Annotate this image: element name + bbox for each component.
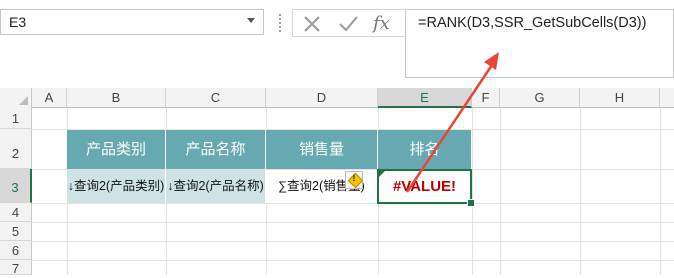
row-header-7[interactable]: 7 <box>0 260 32 276</box>
insert-function-button[interactable]: fx <box>371 13 393 34</box>
formula-text: =RANK(D3,SSR_GetSubCells(D3)) <box>418 15 647 31</box>
column-header-f[interactable]: F <box>472 88 500 108</box>
name-box[interactable]: E3 <box>0 9 264 35</box>
cell-e3-selected[interactable]: #VALUE! <box>377 169 472 204</box>
cancel-x-icon[interactable] <box>301 14 323 34</box>
name-box-dropdown-icon[interactable] <box>247 18 255 23</box>
row-header-2[interactable]: 2 <box>0 129 32 169</box>
column-header-g[interactable]: G <box>500 88 580 108</box>
header-cell-product-name[interactable]: 产品名称 <box>166 130 266 169</box>
column-header-a[interactable]: A <box>32 88 67 108</box>
fx-icon: fx <box>373 13 390 34</box>
column-header-h[interactable]: H <box>580 88 660 108</box>
name-box-value: E3 <box>9 14 27 30</box>
formula-input[interactable]: =RANK(D3,SSR_GetSubCells(D3)) <box>405 9 674 78</box>
cell-c3[interactable]: ↓查询2(产品名称) <box>166 170 266 203</box>
column-header-b[interactable]: B <box>67 88 166 108</box>
error-warning-icon[interactable]: ! <box>345 171 364 189</box>
fill-handle[interactable] <box>467 199 475 207</box>
row-header-5[interactable]: 5 <box>0 222 32 241</box>
row-header-3[interactable]: 3 <box>0 169 32 203</box>
enter-check-icon[interactable] <box>337 14 359 34</box>
spreadsheet-grid: A B C D E F G H 1 2 3 4 5 6 7 产品类别 产品名称 … <box>0 88 674 276</box>
select-all-corner[interactable] <box>0 88 32 108</box>
row-header-1[interactable]: 1 <box>0 108 32 129</box>
column-header-d[interactable]: D <box>266 88 378 108</box>
row-header-4[interactable]: 4 <box>0 203 32 222</box>
formula-tools: fx <box>292 9 404 37</box>
row-header-6[interactable]: 6 <box>0 241 32 260</box>
header-cell-rank[interactable]: 排名 <box>378 130 472 169</box>
header-cell-sales[interactable]: 销售量 <box>266 130 378 169</box>
column-header-e[interactable]: E <box>378 88 472 108</box>
column-header-c[interactable]: C <box>166 88 266 108</box>
cell-b3[interactable]: ↓查询2(产品类别) <box>67 170 166 203</box>
resize-handle[interactable] <box>279 14 281 34</box>
header-cell-category[interactable]: 产品类别 <box>67 130 166 169</box>
